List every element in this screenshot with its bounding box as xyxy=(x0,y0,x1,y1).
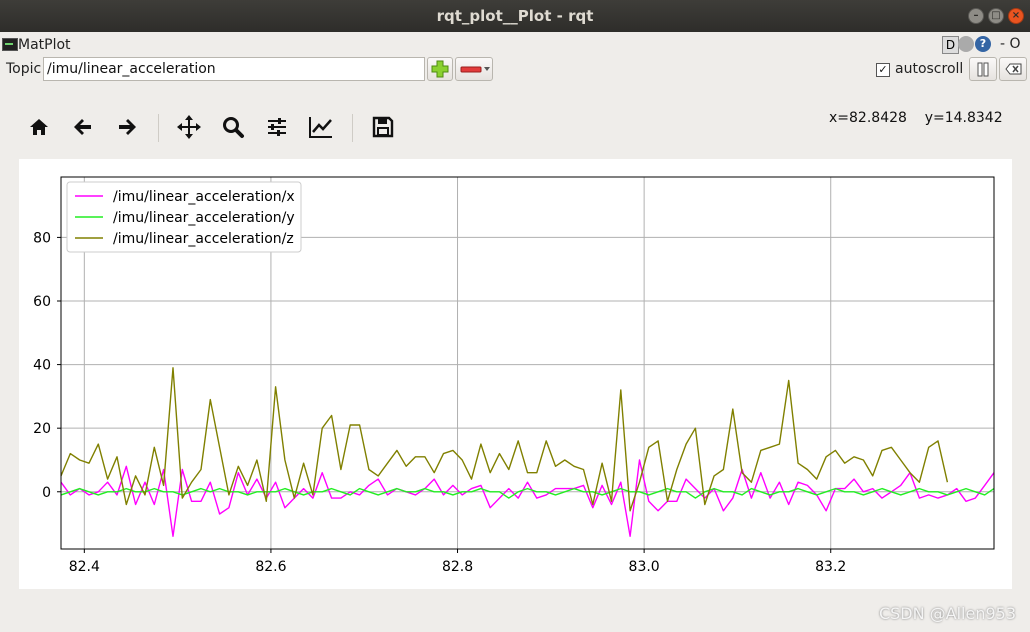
line-chart[interactable]: 82.4 82.6 82.8 83.0 83.2 0 20 40 60 80/imu/linear… xyxy=(19,159,1012,589)
toolbar-separator xyxy=(158,114,159,142)
plugin-header: MatPlot D ? - O xyxy=(0,34,1030,56)
pan-icon xyxy=(177,115,201,139)
clear-icon xyxy=(1005,63,1022,75)
save-button[interactable] xyxy=(366,110,400,144)
autoscroll-label: autoscroll xyxy=(895,61,964,77)
watermark: CSDN @Allen953 xyxy=(878,604,1016,623)
close-button[interactable]: × xyxy=(1008,8,1024,24)
matplotlib-toolbar xyxy=(0,110,820,146)
y-tick-label: 0 xyxy=(42,485,51,501)
clear-button[interactable] xyxy=(999,57,1027,81)
x-tick-label: 82.4 xyxy=(69,559,100,575)
add-topic-button[interactable] xyxy=(427,57,453,81)
minimize-button[interactable]: – xyxy=(968,8,984,24)
topic-input[interactable] xyxy=(43,57,425,81)
topic-label: Topic xyxy=(6,61,42,77)
forward-icon xyxy=(119,119,136,135)
help-button[interactable]: D xyxy=(942,36,959,54)
configure-subplots-icon xyxy=(268,118,286,136)
back-button[interactable] xyxy=(66,110,100,144)
x-tick-label: 82.6 xyxy=(255,559,286,575)
maximize-button[interactable]: □ xyxy=(988,8,1004,24)
autoscroll-checkbox[interactable]: ✓ xyxy=(876,63,890,77)
x-tick-label: 83.2 xyxy=(815,559,846,575)
configure-subplots-button[interactable] xyxy=(260,110,294,144)
toolbar-separator xyxy=(352,114,353,142)
y-tick-label: 40 xyxy=(33,358,51,374)
remove-topic-button[interactable] xyxy=(455,57,493,81)
gear-icon[interactable] xyxy=(958,36,974,52)
pause-button[interactable] xyxy=(969,57,997,81)
legend-label: /imu/linear_acceleration/y xyxy=(113,210,295,226)
x-tick-label: 83.0 xyxy=(629,559,660,575)
close-icon: × xyxy=(1011,10,1021,21)
plot-canvas[interactable]: 82.4 82.6 82.8 83.0 83.2 0 20 40 60 80/imu/linear… xyxy=(19,159,1012,589)
minimize-icon: – xyxy=(973,10,979,21)
dock-controls[interactable]: - O xyxy=(1000,36,1021,52)
zoom-icon xyxy=(223,117,244,138)
y-tick-label: 60 xyxy=(33,294,51,310)
plus-icon xyxy=(431,60,449,78)
home-icon xyxy=(30,119,48,135)
cursor-coordinates: x=82.8428 y=14.8342 xyxy=(829,110,1003,126)
minus-icon xyxy=(460,66,490,73)
legend-label: /imu/linear_acceleration/z xyxy=(113,231,294,247)
pan-button[interactable] xyxy=(172,110,206,144)
edit-axis-icon xyxy=(309,117,332,138)
pause-icon xyxy=(977,62,989,77)
terminal-icon xyxy=(2,38,18,51)
home-button[interactable] xyxy=(22,110,56,144)
plugin-title: MatPlot xyxy=(18,37,71,53)
window-title: rqt_plot__Plot - rqt xyxy=(436,7,594,25)
question-icon[interactable]: ? xyxy=(975,36,991,52)
edit-axis-button[interactable] xyxy=(304,110,338,144)
x-tick-label: 82.8 xyxy=(442,559,473,575)
y-tick-label: 80 xyxy=(33,230,51,246)
topic-row: Topic ✓ autoscroll xyxy=(0,57,1030,83)
zoom-button[interactable] xyxy=(216,110,250,144)
legend-label: /imu/linear_acceleration/x xyxy=(113,189,295,205)
forward-button[interactable] xyxy=(110,110,144,144)
back-icon xyxy=(74,119,91,135)
y-tick-label: 20 xyxy=(33,421,51,437)
window-titlebar: rqt_plot__Plot - rqt – □ × xyxy=(0,0,1030,32)
save-icon xyxy=(372,116,394,138)
maximize-icon: □ xyxy=(991,10,1001,21)
